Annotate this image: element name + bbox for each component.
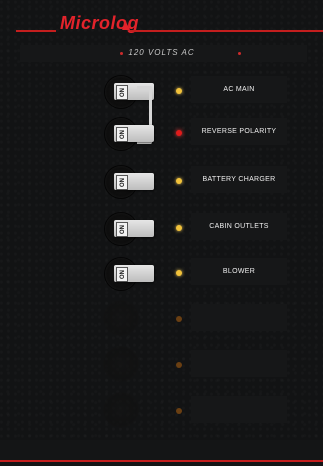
- blank-label-plate: [191, 304, 287, 331]
- blank-label-plate: [191, 396, 287, 423]
- blank-breaker-knob: [103, 346, 139, 382]
- empty-slot: [0, 300, 323, 336]
- indicator-led-off: [176, 408, 182, 414]
- blank-breaker-knob: [103, 392, 139, 428]
- breaker-battery-charger[interactable]: ON: [105, 166, 154, 198]
- circuit-label: AC MAIN: [223, 86, 255, 93]
- blank-breaker-knob: [103, 300, 139, 336]
- circuit-label: BATTERY CHARGER: [202, 176, 276, 183]
- switch-on-label: ON: [116, 127, 128, 142]
- bottom-strip: [0, 440, 323, 466]
- brand-triangle-icon: [122, 22, 130, 30]
- label-plate: CABIN OUTLETS: [191, 213, 287, 240]
- voltage-dot-right: [238, 52, 241, 55]
- indicator-led-battery-charger: [176, 178, 182, 184]
- header-rule-right: [130, 30, 323, 32]
- toggle-switch-battery-charger[interactable]: ON: [114, 173, 154, 190]
- voltage-label: 120 VOLTS AC: [128, 48, 195, 57]
- circuit-row-blower: ON BLOWER: [0, 254, 323, 290]
- circuit-row-reverse-polarity: ON REVERSE POLARITY: [0, 114, 323, 150]
- empty-slot: [0, 392, 323, 428]
- breaker-panel: Microlog 120 VOLTS AC ON AC MAIN ON REVE…: [0, 0, 323, 466]
- label-plate: REVERSE POLARITY: [191, 118, 287, 145]
- blank-label-plate: [191, 350, 287, 377]
- indicator-led-off: [176, 316, 182, 322]
- label-plate: AC MAIN: [191, 76, 287, 103]
- breaker-blower[interactable]: ON: [105, 258, 154, 290]
- switch-on-label: ON: [116, 175, 128, 190]
- circuit-label: BLOWER: [222, 268, 256, 275]
- circuit-row-cabin-outlets: ON CABIN OUTLETS: [0, 209, 323, 245]
- toggle-switch-cabin-outlets[interactable]: ON: [114, 220, 154, 237]
- circuit-label: CABIN OUTLETS: [209, 223, 269, 230]
- breaker-cabin-outlets[interactable]: ON: [105, 213, 154, 245]
- indicator-led-ac-main: [176, 88, 182, 94]
- header-rule-left: [16, 30, 56, 32]
- label-plate: BLOWER: [191, 258, 287, 285]
- toggle-switch-reverse-polarity[interactable]: ON: [114, 125, 154, 142]
- switch-on-label: ON: [116, 267, 128, 282]
- toggle-switch-blower[interactable]: ON: [114, 265, 154, 282]
- breaker-reverse-polarity[interactable]: ON: [105, 118, 154, 150]
- label-plate: BATTERY CHARGER: [191, 166, 287, 193]
- circuit-row-ac-main: ON AC MAIN: [0, 72, 323, 108]
- indicator-led-cabin-outlets: [176, 225, 182, 231]
- circuit-row-battery-charger: ON BATTERY CHARGER: [0, 162, 323, 198]
- empty-slot: [0, 346, 323, 382]
- circuit-label: REVERSE POLARITY: [201, 128, 277, 135]
- indicator-led-off: [176, 362, 182, 368]
- indicator-led-blower: [176, 270, 182, 276]
- footer-rule: [0, 460, 323, 462]
- switch-on-label: ON: [116, 222, 128, 237]
- switch-on-label: ON: [116, 85, 128, 100]
- indicator-led-reverse-polarity: [176, 130, 182, 136]
